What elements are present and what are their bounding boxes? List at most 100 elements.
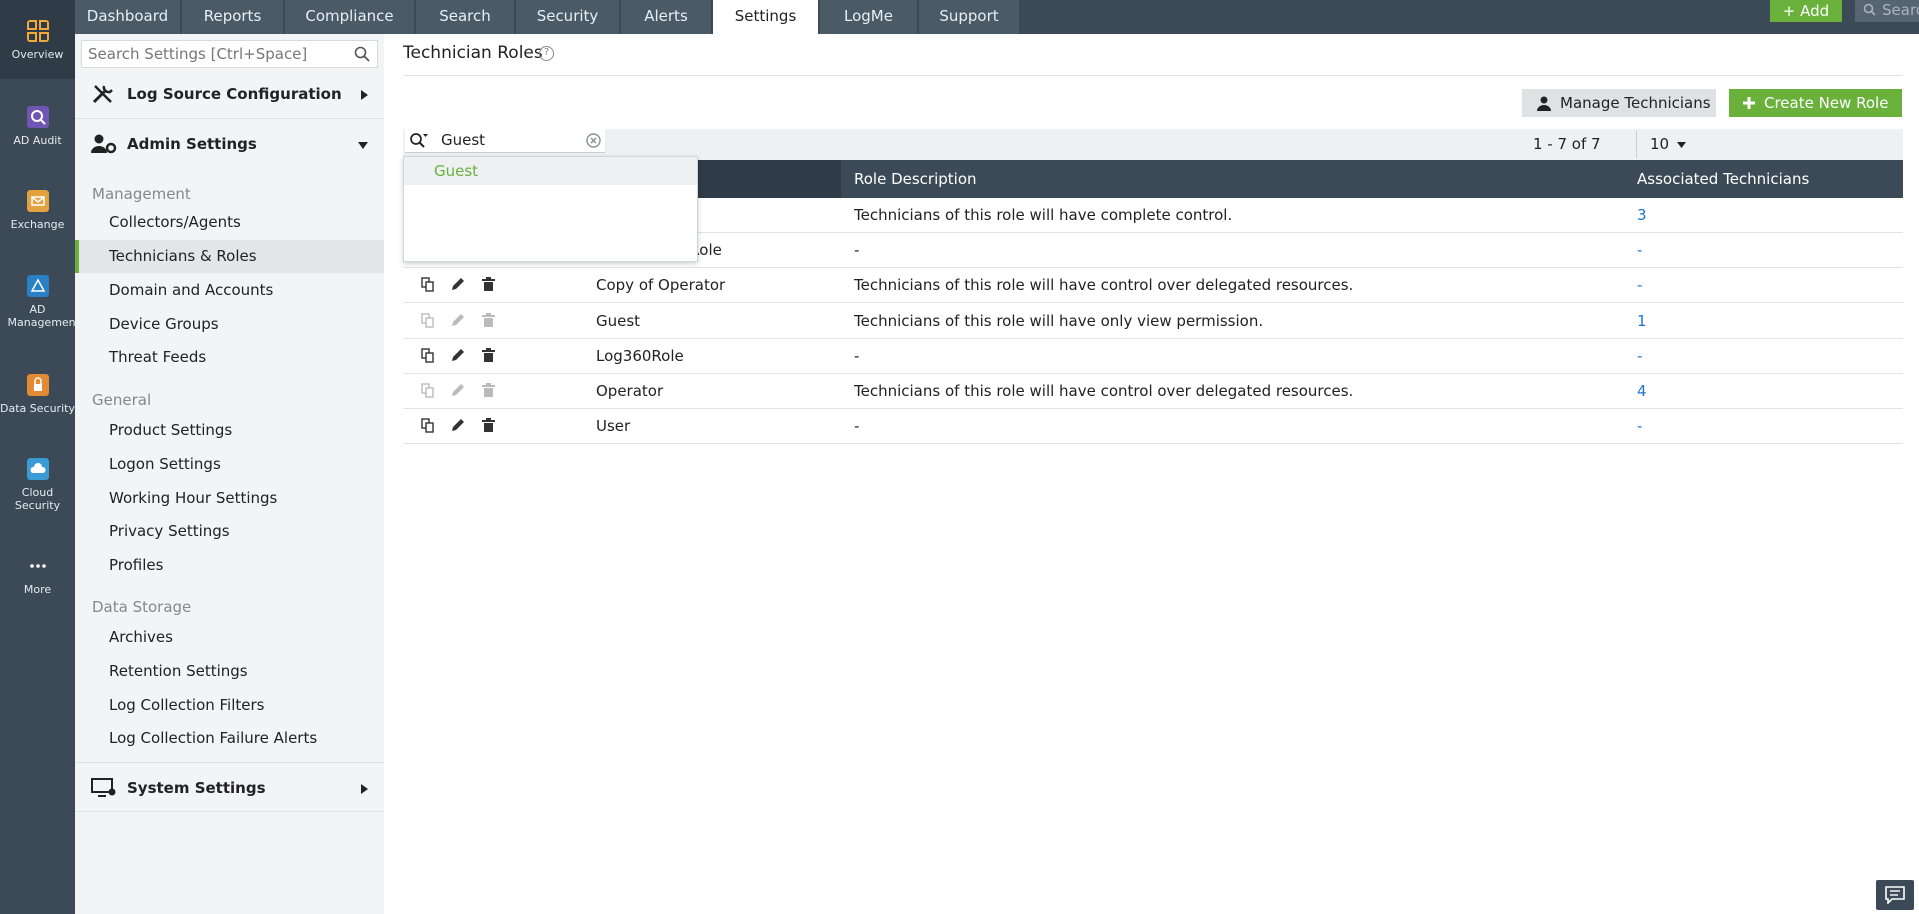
search-icon	[354, 46, 370, 62]
nav-log-collection-failure-alerts[interactable]: Log Collection Failure Alerts	[75, 722, 384, 755]
plus-icon: +	[1782, 2, 1801, 20]
rail-label: Data Security	[0, 402, 75, 415]
main-content: Technician Roles ? Manage Technicians Cr…	[384, 34, 1919, 914]
associated-technicians-count[interactable]: -	[1637, 339, 1642, 374]
top-search-input[interactable]: Search	[1855, 0, 1919, 22]
tab-search[interactable]: Search	[416, 0, 515, 34]
role-name: Guest	[596, 312, 641, 330]
nav-archives[interactable]: Archives	[75, 621, 384, 654]
rail-item-exchange[interactable]: Exchange	[0, 190, 75, 231]
group-label-management: Management	[92, 185, 191, 203]
associated-technicians-count[interactable]: 4	[1637, 374, 1647, 409]
row-actions	[421, 383, 507, 402]
nav-threat-feeds[interactable]: Threat Feeds	[75, 341, 384, 374]
app-rail: Overview AD Audit Exchange AD Management…	[0, 0, 80, 914]
monitor-gear-icon	[91, 778, 116, 797]
row-actions	[421, 418, 507, 437]
tab-support[interactable]: Support	[919, 0, 1020, 34]
create-new-role-button[interactable]: Create New Role	[1729, 89, 1902, 117]
settings-search-input[interactable]: Search Settings [Ctrl+Space]	[81, 40, 378, 68]
delete-icon	[481, 383, 495, 401]
divider	[403, 75, 1903, 76]
column-header-associated-technicians[interactable]: Associated Technicians	[1637, 160, 1809, 198]
help-icon[interactable]: ?	[539, 46, 554, 61]
role-name: Copy of Operator	[596, 276, 726, 294]
rail-item-ad-management[interactable]: AD Management	[0, 275, 80, 329]
associated-technicians-count[interactable]: -	[1637, 233, 1642, 268]
copy-icon[interactable]	[421, 277, 434, 296]
table-row: Operator Technicians of this role will h…	[403, 374, 1903, 409]
edit-icon[interactable]	[451, 277, 465, 295]
tab-logme[interactable]: LogMe	[820, 0, 918, 34]
top-nav: Dashboard Reports Compliance Search Secu…	[75, 0, 1919, 34]
table-row: User - -	[403, 409, 1903, 444]
suggestion-option[interactable]: Guest	[404, 157, 697, 185]
nav-logon-settings[interactable]: Logon Settings	[75, 448, 384, 481]
nav-device-groups[interactable]: Device Groups	[75, 308, 384, 341]
nav-technicians-roles[interactable]: Technicians & Roles	[75, 240, 384, 273]
copy-icon[interactable]	[421, 348, 434, 367]
section-log-source-configuration[interactable]: Log Source Configuration	[75, 69, 384, 119]
tab-settings[interactable]: Settings	[713, 0, 819, 34]
nav-working-hour-settings[interactable]: Working Hour Settings	[75, 482, 384, 515]
role-name: User	[596, 417, 631, 435]
role-description: Technicians of this role will have contr…	[854, 382, 1354, 400]
delete-icon[interactable]	[481, 418, 495, 436]
nav-retention-settings[interactable]: Retention Settings	[75, 655, 384, 688]
associated-technicians-count[interactable]: 1	[1637, 304, 1647, 339]
associated-technicians-count[interactable]: 3	[1637, 198, 1647, 233]
tab-compliance[interactable]: Compliance	[285, 0, 415, 34]
role-description: -	[854, 417, 860, 435]
associated-technicians-count[interactable]: -	[1637, 409, 1642, 444]
create-new-role-label: Create New Role	[1764, 94, 1889, 112]
plus-icon	[1743, 97, 1755, 109]
delete-icon[interactable]	[481, 348, 495, 366]
top-search-placeholder: Search	[1882, 1, 1919, 19]
pagination-range: 1 - 7 of 7	[1533, 135, 1601, 153]
tools-icon	[92, 85, 113, 104]
tab-reports[interactable]: Reports	[182, 0, 284, 34]
nav-collectors-agents[interactable]: Collectors/Agents	[75, 206, 384, 239]
associated-technicians-count[interactable]: -	[1637, 268, 1642, 303]
edit-icon[interactable]	[451, 418, 465, 436]
divider	[1636, 131, 1637, 158]
rail-item-ad-audit[interactable]: AD Audit	[0, 106, 75, 147]
data-security-icon	[26, 374, 49, 396]
search-filter-icon	[410, 133, 428, 148]
page-size-value: 10	[1650, 135, 1670, 153]
chat-button[interactable]	[1876, 880, 1914, 910]
rail-item-overview[interactable]: Overview	[0, 0, 75, 79]
clear-icon[interactable]	[586, 133, 601, 148]
table-row: Copy of Operator Technicians of this rol…	[403, 268, 1903, 303]
edit-icon[interactable]	[451, 348, 465, 366]
nav-domain-accounts[interactable]: Domain and Accounts	[75, 274, 384, 307]
row-actions	[421, 313, 507, 332]
delete-icon[interactable]	[481, 277, 495, 295]
tab-dashboard[interactable]: Dashboard	[75, 0, 181, 34]
nav-profiles[interactable]: Profiles	[75, 549, 384, 582]
section-admin-settings[interactable]: Admin Settings	[75, 119, 384, 169]
row-actions	[421, 277, 507, 296]
more-icon	[29, 564, 46, 568]
role-filter-input[interactable]: Guest	[405, 129, 605, 153]
nav-product-settings[interactable]: Product Settings	[75, 414, 384, 447]
table-row: Log360Role - -	[403, 339, 1903, 374]
page-size-select[interactable]: 10	[1650, 129, 1686, 160]
nav-privacy-settings[interactable]: Privacy Settings	[75, 515, 384, 548]
manage-technicians-button[interactable]: Manage Technicians	[1522, 89, 1716, 117]
rail-item-data-security[interactable]: Data Security	[0, 374, 75, 415]
section-system-settings[interactable]: System Settings	[75, 762, 384, 812]
nav-log-collection-filters[interactable]: Log Collection Filters	[75, 689, 384, 722]
manage-technicians-label: Manage Technicians	[1560, 94, 1711, 112]
cloud-security-icon	[26, 458, 49, 480]
copy-icon[interactable]	[421, 418, 434, 437]
ad-management-icon	[26, 275, 49, 297]
caret-right-icon	[361, 784, 368, 794]
grid-icon	[26, 20, 49, 42]
rail-item-cloud-security[interactable]: Cloud Security	[0, 458, 75, 512]
add-button[interactable]: + Add	[1770, 0, 1842, 22]
tab-alerts[interactable]: Alerts	[621, 0, 712, 34]
column-header-role-description[interactable]: Role Description	[854, 160, 977, 198]
tab-security[interactable]: Security	[516, 0, 620, 34]
rail-item-more[interactable]: More	[0, 555, 75, 596]
